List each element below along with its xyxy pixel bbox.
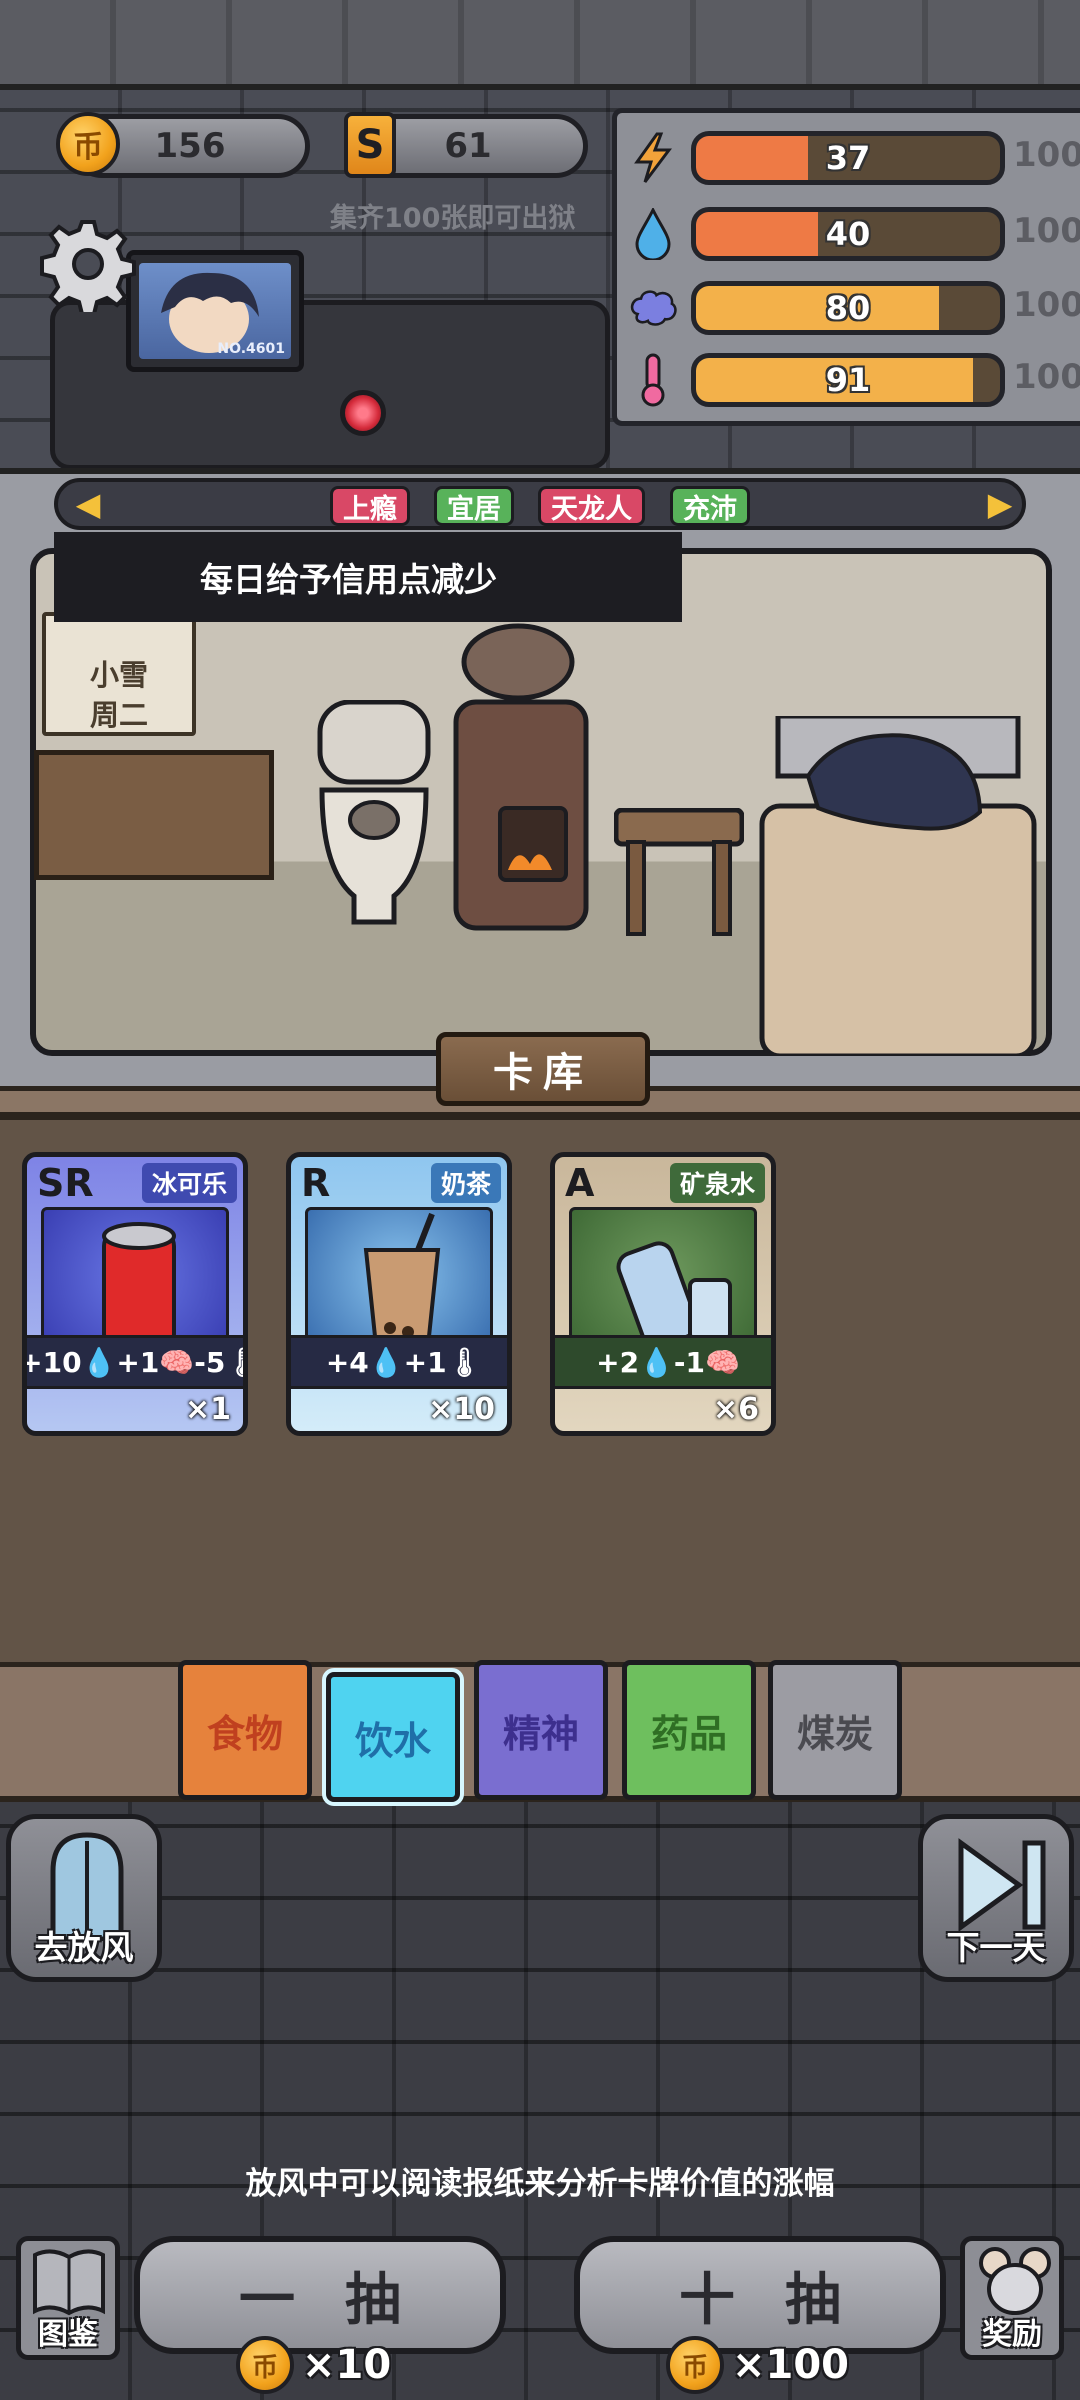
- tab-spirit[interactable]: 精神: [474, 1660, 608, 1800]
- tip-text: 放风中可以阅读报纸来分析卡牌价值的涨幅: [245, 2166, 835, 2202]
- tab-medicine[interactable]: 药品: [622, 1660, 756, 1800]
- ceiling: [0, 0, 1080, 90]
- reward-button[interactable]: 奖励: [960, 2236, 1064, 2360]
- card-rarity: A: [565, 1161, 595, 1205]
- coin-glyph: 币: [73, 130, 103, 165]
- temperature-stat: 91 100: [617, 349, 1080, 411]
- water-stat: 40 100: [617, 203, 1080, 265]
- card-count: ×10: [428, 1392, 495, 1427]
- card-effect: +10💧+1🧠-5🌡: [27, 1335, 243, 1389]
- mind-stat: 80 100: [617, 277, 1080, 339]
- card-name: 矿泉水: [669, 1163, 765, 1203]
- wooden-stool-icon: [614, 808, 744, 936]
- energy-value: 37: [825, 139, 871, 177]
- reward-label: 奖励: [982, 2317, 1042, 2352]
- trait-tag-2: 宜居: [434, 486, 514, 526]
- trait-tag-1: 上瘾: [330, 486, 410, 526]
- energy-icon: [629, 132, 677, 183]
- water-value: 40: [825, 215, 871, 253]
- prisoner-number: NO.4601: [217, 341, 285, 357]
- next-day-label: 下一天: [946, 1928, 1046, 1967]
- calendar-weekday: 周二: [89, 698, 148, 732]
- card-rarity: R: [301, 1161, 331, 1205]
- milk-tea-cup-icon: [305, 1207, 493, 1348]
- settings-gear-icon[interactable]: [40, 216, 136, 312]
- codex-button[interactable]: 图鉴: [16, 2236, 120, 2360]
- draw-one-cost-value: ×10: [302, 2342, 392, 2388]
- prev-arrow-icon[interactable]: ◀: [72, 488, 104, 520]
- energy-max: 100: [1013, 135, 1080, 175]
- card-rarity: SR: [37, 1161, 94, 1205]
- card-storage-title: 卡库: [436, 1032, 650, 1106]
- card-count: ×6: [712, 1392, 759, 1427]
- red-alarm-light: [340, 390, 386, 436]
- energy-bar: 37: [691, 131, 1005, 185]
- draw-ten-cost: 币 ×100: [666, 2334, 849, 2396]
- card-cola[interactable]: SR 冰可乐 +10💧+1🧠-5🌡 ×1: [22, 1152, 248, 1436]
- calendar-weather: 小雪: [89, 658, 148, 692]
- water-bar: 40: [691, 207, 1005, 261]
- trait-tag-3: 天龙人: [538, 486, 645, 526]
- next-arrow-icon[interactable]: ▶: [984, 488, 1016, 520]
- codex-label: 图鉴: [38, 2317, 98, 2352]
- collect-hint: 集齐100张即可出狱: [330, 203, 576, 234]
- stats-panel: 37 100 40 100 80 100 91 100: [612, 108, 1080, 426]
- energy-stat: 37 100: [617, 127, 1080, 189]
- card-effect: +2💧-1🧠: [555, 1335, 771, 1389]
- wooden-table: [34, 750, 274, 880]
- temperature-max: 100: [1013, 357, 1080, 397]
- tab-water[interactable]: 饮水: [326, 1672, 460, 1802]
- toilet-icon[interactable]: [316, 700, 432, 930]
- next-day-icon: [958, 1838, 1046, 1932]
- card-name: 冰可乐: [141, 1163, 237, 1203]
- coin-icon: 币: [236, 2336, 294, 2394]
- water-max: 100: [1013, 211, 1080, 251]
- trait-tag-4: 充沛: [670, 486, 750, 526]
- book-icon: [33, 2249, 105, 2316]
- water-bottle-icon: [569, 1207, 757, 1349]
- brain-icon: [629, 283, 677, 333]
- coin-icon: 币: [56, 112, 120, 176]
- mind-max: 100: [1013, 285, 1080, 325]
- s-point-count: 61: [444, 126, 492, 166]
- coin-count: 156: [154, 126, 226, 166]
- prisoner-monitor: NO.4601: [126, 250, 304, 372]
- trait-tag-bar: ◀ 上瘾 宜居 天龙人 充沛 ▶: [54, 478, 1026, 530]
- card-milk-tea[interactable]: R 奶茶 +4💧+1🌡 ×10: [286, 1152, 512, 1436]
- tab-coal[interactable]: 煤炭: [768, 1660, 902, 1800]
- prisoner-portrait: NO.4601: [139, 263, 291, 359]
- coin-glyph: 币: [681, 2352, 708, 2383]
- mind-value: 80: [825, 289, 871, 327]
- temperature-value: 91: [825, 361, 871, 399]
- calendar-poster: 小雪 周二: [42, 612, 196, 736]
- card-effect: +4💧+1🌡: [291, 1335, 507, 1389]
- go-outside-button[interactable]: 去放风: [6, 1814, 162, 1982]
- card-name: 奶茶: [430, 1163, 501, 1203]
- s-point-icon: S: [344, 112, 396, 178]
- tab-food[interactable]: 食物: [178, 1660, 312, 1800]
- coin-icon: 币: [666, 2336, 724, 2394]
- card-mineral-water[interactable]: A 矿泉水 +2💧-1🧠 ×6: [550, 1152, 776, 1436]
- notice-banner: 每日给予信用点减少: [54, 532, 682, 622]
- card-count: ×1: [184, 1392, 231, 1427]
- draw-ten-cost-value: ×100: [732, 2342, 850, 2388]
- draw-one-cost: 币 ×10: [236, 2334, 391, 2396]
- coal-stove-icon[interactable]: [448, 622, 598, 942]
- next-day-button[interactable]: 下一天: [918, 1814, 1074, 1982]
- coin-glyph: 币: [251, 2352, 278, 2383]
- go-outside-label: 去放风: [34, 1928, 134, 1967]
- water-drop-icon: [629, 208, 677, 260]
- thermometer-icon: [629, 353, 677, 407]
- s-glyph: S: [355, 122, 385, 168]
- bed-with-sleeping-prisoner[interactable]: [758, 716, 1038, 1056]
- cola-can-icon: [41, 1207, 229, 1350]
- mind-bar: 80: [691, 281, 1005, 335]
- temperature-bar: 91: [691, 353, 1005, 407]
